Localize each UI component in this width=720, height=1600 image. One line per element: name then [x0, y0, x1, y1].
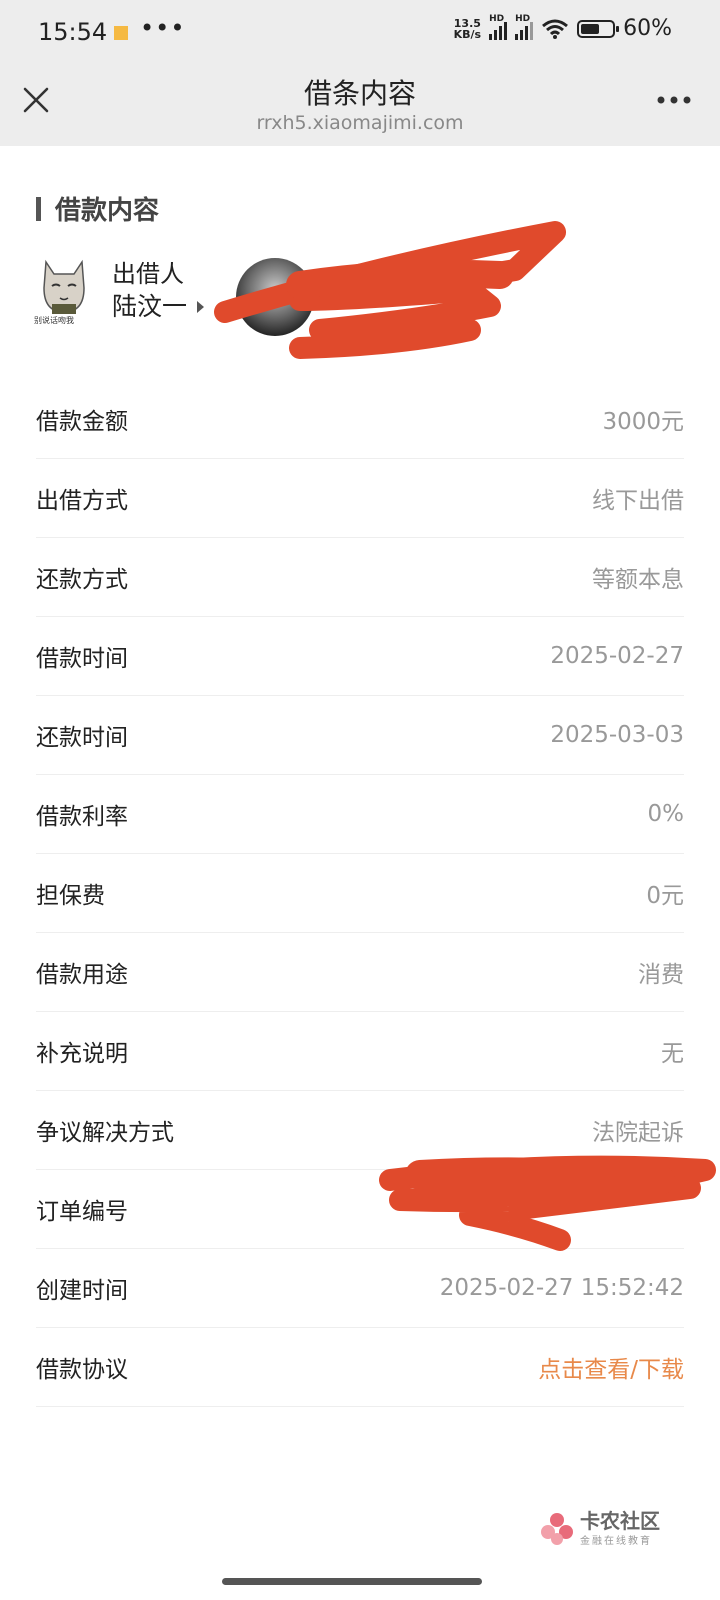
- signal-hd-label: HD: [489, 13, 505, 24]
- info-value: 3000元: [602, 409, 684, 435]
- status-time: 15:54: [38, 18, 108, 46]
- network-speed-value: 13.5: [453, 16, 481, 30]
- info-value: 无: [661, 1041, 684, 1067]
- page-title: 借条内容: [303, 77, 416, 110]
- info-value: 2025-02-27 15:52:42: [439, 1275, 684, 1301]
- signal-icon: HD: [489, 14, 508, 40]
- lender-avatar: 别说话吻我: [34, 258, 90, 325]
- info-value: 线下出借: [592, 488, 684, 514]
- loan-info-list: 借款金额 3000元 出借方式 线下出借 还款方式 等额本息 借款时间 2025…: [36, 380, 684, 1407]
- watermark-subtitle: 金融在线教育: [580, 1536, 652, 1547]
- view-download-agreement-link[interactable]: 点击查看/下载: [538, 1350, 684, 1384]
- watermark-title: 卡农社区: [580, 1509, 660, 1533]
- info-row-order-number: 订单编号: [36, 1170, 684, 1249]
- info-row-purpose: 借款用途 消费: [36, 933, 684, 1012]
- more-notifications-icon: •••: [140, 14, 186, 42]
- info-label: 借款时间: [36, 646, 128, 672]
- arrow-right-icon: [197, 301, 205, 313]
- info-label: 借款金额: [36, 409, 128, 435]
- lender-role: 出借人: [112, 260, 184, 288]
- info-row-lending-method: 出借方式 线下出借: [36, 459, 684, 538]
- info-label: 争议解决方式: [36, 1120, 174, 1146]
- info-row-loan-date: 借款时间 2025-02-27: [36, 617, 684, 696]
- more-options-icon[interactable]: [656, 94, 692, 106]
- info-label: 担保费: [36, 883, 105, 909]
- info-label: 出借方式: [36, 488, 128, 514]
- network-speed: 13.5 KB/s: [454, 18, 481, 40]
- lender-name-row: 陆汶一: [112, 290, 205, 324]
- lender-name: 陆汶一: [112, 292, 188, 321]
- notification-flag-icon: [114, 26, 128, 40]
- info-row-amount: 借款金额 3000元: [36, 380, 684, 459]
- info-label: 创建时间: [36, 1278, 128, 1304]
- signal-icon: HD: [515, 14, 534, 40]
- borrower-card[interactable]: [236, 258, 328, 336]
- info-value: 2025-03-03: [550, 722, 684, 748]
- info-value: 0%: [647, 801, 685, 827]
- section-header: 借款内容: [36, 190, 159, 227]
- info-row-guarantee-fee: 担保费 0元: [36, 854, 684, 933]
- info-row-dispute-resolution: 争议解决方式 法院起诉: [36, 1091, 684, 1170]
- info-row-repayment-date: 还款时间 2025-03-03: [36, 696, 684, 775]
- info-label: 借款利率: [36, 804, 128, 830]
- info-row-interest-rate: 借款利率 0%: [36, 775, 684, 854]
- info-value: 消费: [638, 962, 684, 988]
- network-speed-unit: KB/s: [453, 27, 482, 41]
- info-label: 借款用途: [36, 962, 128, 988]
- info-label: 借款协议: [36, 1357, 128, 1383]
- watermark: 卡农社区 金融在线教育: [540, 1510, 660, 1547]
- page-url: rrxh5.xiaomajimi.com: [256, 112, 464, 134]
- info-value: 等额本息: [592, 567, 684, 593]
- info-row-repayment-method: 还款方式 等额本息: [36, 538, 684, 617]
- info-label: 还款时间: [36, 725, 128, 751]
- info-label: 补充说明: [36, 1041, 128, 1067]
- info-row-agreement: 借款协议 点击查看/下载: [36, 1328, 684, 1407]
- cat-avatar-icon: [43, 259, 85, 314]
- lender-card[interactable]: 别说话吻我 出借人 陆汶一: [34, 258, 205, 325]
- status-bar: 15:54 ••• 13.5 KB/s HD HD 60%: [0, 0, 720, 64]
- redaction-scribble: [286, 259, 514, 299]
- info-row-created-time: 创建时间 2025-02-27 15:52:42: [36, 1249, 684, 1328]
- info-value: 法院起诉: [592, 1120, 684, 1146]
- info-value: 2025-02-27: [550, 643, 684, 669]
- info-value: 0元: [646, 883, 684, 909]
- battery-icon: [577, 19, 620, 38]
- wifi-icon: [542, 19, 569, 39]
- info-label: 订单编号: [36, 1199, 128, 1225]
- info-row-notes: 补充说明 无: [36, 1012, 684, 1091]
- section-title: 借款内容: [55, 196, 160, 226]
- signal-hd-label: HD: [515, 13, 531, 24]
- title-bar: 借条内容 rrxh5.xiaomajimi.com: [0, 64, 720, 146]
- avatar-caption: 别说话吻我: [34, 316, 74, 325]
- battery-level: [581, 23, 600, 34]
- kanong-logo-icon: [541, 1512, 573, 1545]
- home-indicator[interactable]: [222, 1578, 482, 1585]
- borrower-avatar: [236, 258, 314, 336]
- section-marker: [36, 196, 41, 221]
- battery-percent: 60%: [623, 16, 672, 41]
- info-label: 还款方式: [36, 567, 128, 593]
- status-indicators: 13.5 KB/s HD HD 60%: [454, 14, 672, 42]
